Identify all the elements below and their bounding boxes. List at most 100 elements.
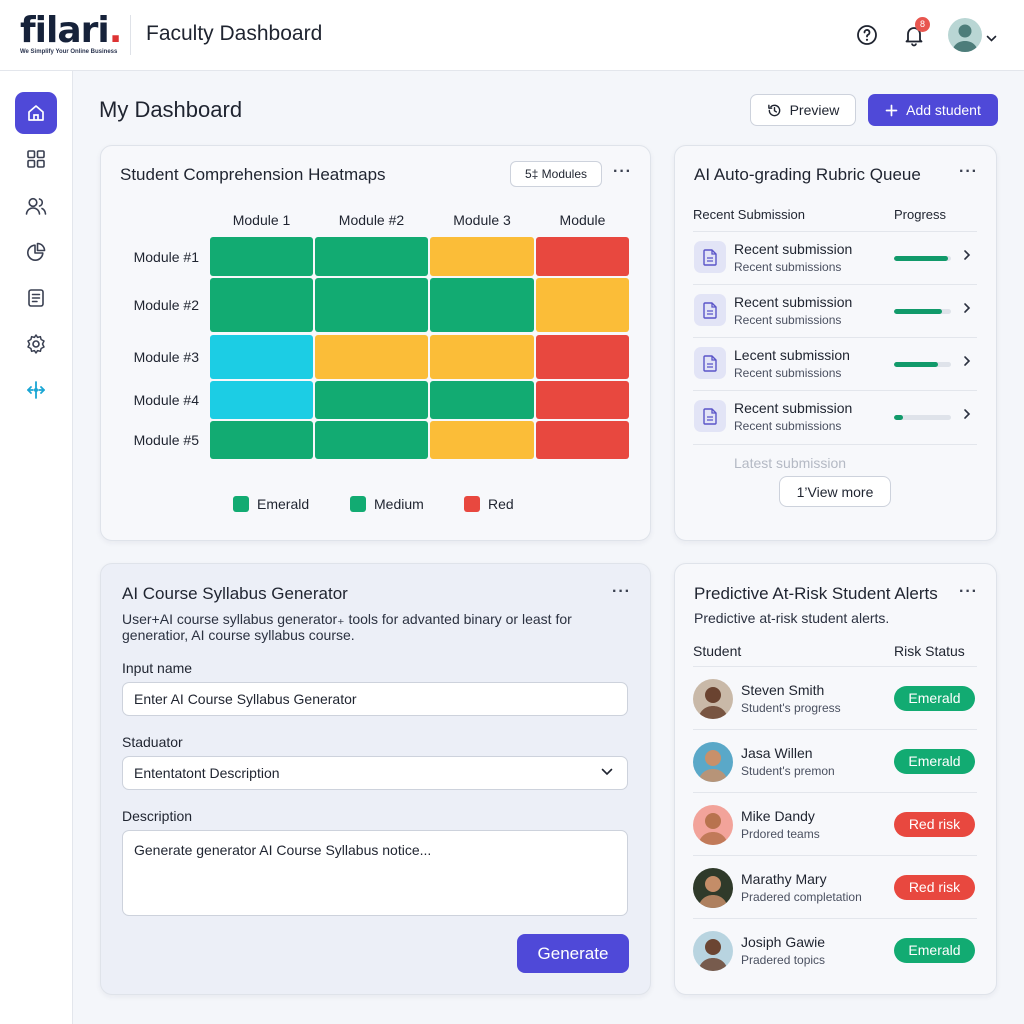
chevron-right-icon[interactable]: [963, 301, 971, 319]
add-student-label: Add student: [906, 102, 981, 118]
risk-status-badge: Red risk: [894, 875, 975, 900]
sidebar-item-settings[interactable]: [15, 323, 57, 365]
user-avatar[interactable]: [948, 18, 982, 52]
student-name: Marathy Mary: [741, 871, 827, 887]
description-label: Description: [122, 808, 193, 824]
document-icon: [694, 400, 726, 432]
heatmap-column-label: Module #2: [338, 212, 405, 228]
heatmap-cell[interactable]: [536, 335, 629, 379]
heatmap-cell[interactable]: [210, 237, 313, 276]
heatmap-title: Student Comprehension Heatmaps: [120, 165, 386, 184]
heatmap-column-label: Module: [559, 212, 606, 228]
submission-title: Recent submission: [734, 294, 853, 310]
progress-bar: [894, 309, 951, 314]
progress-fill: [894, 415, 903, 420]
brand-logo[interactable]: filari. We Simplify Your Online Business: [20, 12, 122, 56]
heatmap-cell[interactable]: [315, 278, 428, 332]
help-icon[interactable]: [855, 23, 879, 47]
preview-button[interactable]: Preview: [750, 94, 856, 126]
heatmap-cell[interactable]: [536, 381, 629, 419]
heatmap-cell[interactable]: [536, 237, 629, 276]
staduator-selected-value: Ententatont Description: [134, 765, 280, 781]
submission-subtitle: Recent submissions: [734, 260, 842, 274]
heatmap-cell[interactable]: [430, 421, 534, 459]
column-header-submission: Recent Submission: [693, 207, 805, 222]
submission-row[interactable]: Recent submission Recent submissions: [693, 284, 977, 337]
heatmap-row-label: Module #5: [133, 432, 199, 448]
progress-bar: [894, 256, 951, 261]
student-row[interactable]: Marathy Mary Pradered completation Red ris…: [693, 855, 977, 918]
more-options-icon[interactable]: ···: [613, 163, 632, 181]
progress-bar: [894, 362, 951, 367]
view-more-button[interactable]: 1’View more: [779, 476, 891, 507]
student-row[interactable]: Jasa Willen Student's premon Emerald: [693, 729, 977, 792]
course-name-input[interactable]: [122, 682, 628, 716]
header-divider: [130, 15, 131, 55]
heatmap-cell[interactable]: [210, 278, 313, 332]
student-detail: Pradered completation: [741, 890, 862, 904]
heatmap-cell[interactable]: [210, 381, 313, 419]
modules-filter-chip[interactable]: 5‡ Modules: [510, 161, 602, 187]
chevron-right-icon[interactable]: [963, 354, 971, 372]
sidebar-item-home[interactable]: [15, 92, 57, 134]
progress-bar: [894, 415, 951, 420]
home-icon: [28, 105, 44, 121]
heatmap-cell[interactable]: [210, 335, 313, 379]
student-row[interactable]: Mike Dandy Prdored teams Red risk: [693, 792, 977, 855]
student-detail: Student's premon: [741, 764, 835, 778]
legend-label: Medium: [374, 496, 424, 512]
plus-icon: [885, 104, 898, 116]
student-name: Steven Smith: [741, 682, 825, 698]
grading-queue-title: AI Auto-grading Rubric Queue: [694, 165, 921, 184]
history-icon: [767, 104, 780, 116]
chevron-right-icon[interactable]: [963, 248, 971, 266]
chevron-right-icon[interactable]: [963, 407, 971, 425]
staduator-select[interactable]: Ententatont Description: [122, 756, 628, 790]
heatmap-cell[interactable]: [315, 421, 428, 459]
heatmap-cell[interactable]: [430, 237, 534, 276]
sidebar-item-connect[interactable]: [15, 369, 57, 411]
heatmap-cell[interactable]: [315, 335, 428, 379]
legend-label: Emerald: [257, 496, 310, 512]
legend-item: Medium: [350, 496, 424, 512]
risk-status-badge: Emerald: [894, 686, 975, 711]
more-options-icon[interactable]: ···: [612, 583, 631, 601]
sidebar-item-grid[interactable]: [15, 138, 57, 180]
submission-row[interactable]: Lecent submission Recent submissions: [693, 337, 977, 390]
student-row[interactable]: Josiph Gawie Pradered topics Emerald: [693, 918, 977, 981]
document-icon: [694, 347, 726, 379]
heatmap-cell[interactable]: [430, 381, 534, 419]
top-bar: filari. We Simplify Your Online Business…: [0, 0, 1024, 71]
heatmap-cell[interactable]: [315, 381, 428, 419]
submission-title: Recent submission: [734, 241, 853, 257]
student-avatar: [693, 679, 733, 719]
risk-status-badge: Emerald: [894, 938, 975, 963]
more-options-icon[interactable]: ···: [959, 163, 978, 181]
chevron-down-icon[interactable]: [986, 30, 997, 48]
student-name: Mike Dandy: [741, 808, 815, 824]
progress-fill: [894, 309, 943, 314]
submission-row[interactable]: Recent submission Recent submissions: [693, 231, 977, 284]
input-name-label: Input name: [122, 660, 193, 676]
network-icon: [27, 381, 45, 399]
heatmap-cell[interactable]: [536, 278, 629, 332]
sidebar-item-users[interactable]: [15, 185, 57, 227]
heatmap-cell[interactable]: [315, 237, 428, 276]
legend-item: Emerald: [233, 496, 309, 512]
heatmap-cell[interactable]: [210, 421, 313, 459]
heatmap-cell[interactable]: [430, 278, 534, 332]
description-textarea[interactable]: Generate generator AI Course Syllabus no…: [122, 830, 628, 916]
generate-button[interactable]: Generate: [517, 934, 629, 973]
sidebar-item-reports[interactable]: [15, 277, 57, 319]
add-student-button[interactable]: Add student: [868, 94, 998, 126]
heatmap-cell[interactable]: [536, 421, 629, 459]
column-header-progress: Progress: [894, 207, 947, 222]
sidebar-item-analytics[interactable]: [15, 231, 57, 273]
more-options-icon[interactable]: ···: [959, 583, 978, 601]
column-header-risk-status: Risk Status: [894, 643, 965, 659]
legend-label: Red: [488, 496, 514, 512]
submission-row[interactable]: Recent submission Recent submissions: [693, 390, 977, 443]
heatmap-row-label: Module #2: [133, 297, 199, 313]
heatmap-cell[interactable]: [430, 335, 534, 379]
student-row[interactable]: Steven Smith Student's progress Emerald: [693, 666, 977, 729]
